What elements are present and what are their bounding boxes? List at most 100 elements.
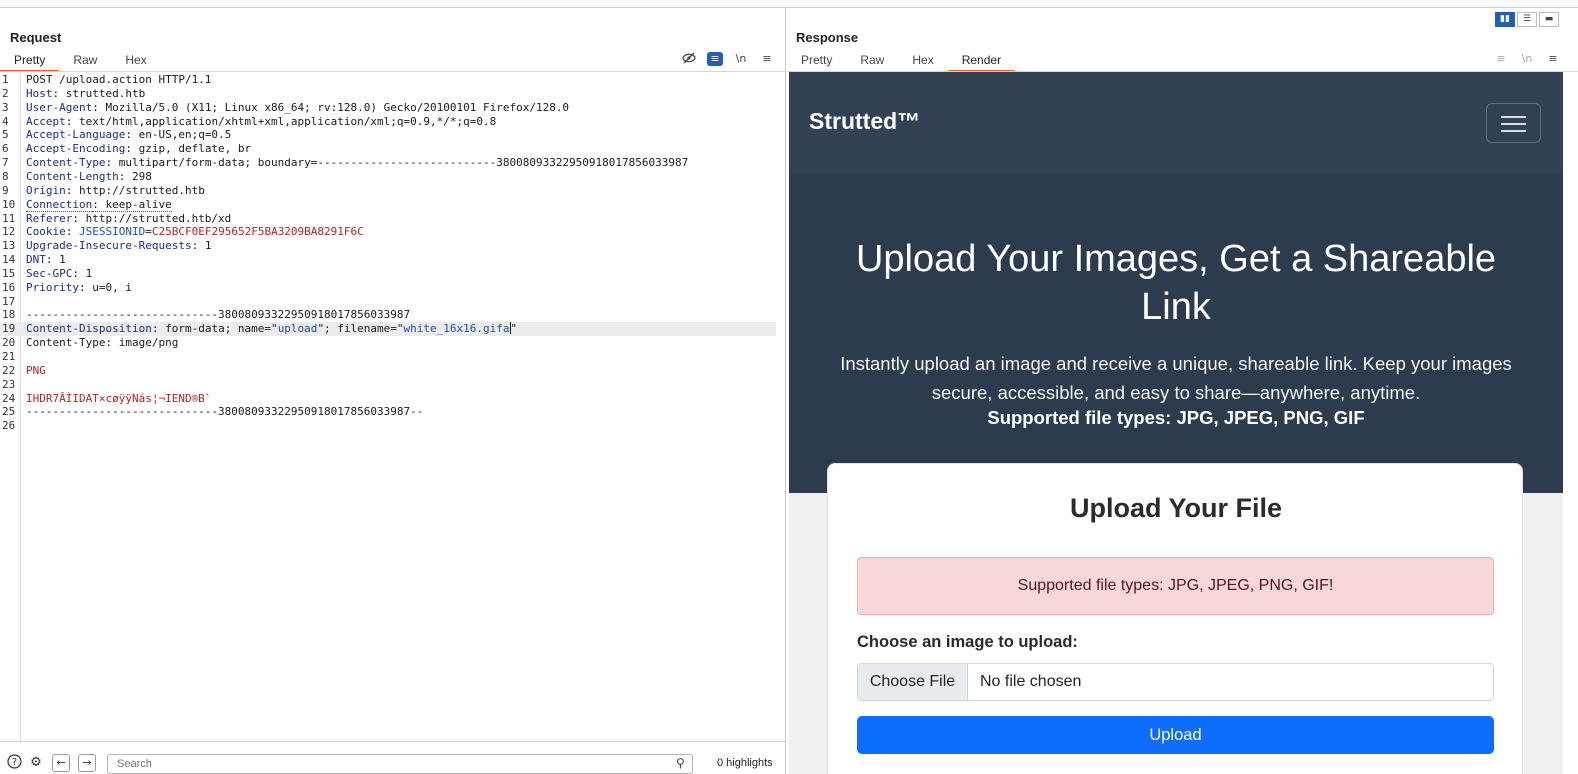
code-text: Priority: u=0, i [26, 281, 132, 295]
layout-stacked-icon[interactable]: ☰ [1517, 12, 1537, 27]
line-number: 2 [2, 86, 9, 100]
code-segment: Content-Type [26, 156, 106, 170]
code-line[interactable]: 13 Upgrade-Insecure-Requests: 1 [0, 239, 776, 253]
line-number: 25 [2, 405, 16, 419]
line-number: 26 [2, 419, 16, 433]
hero-subtitle: Instantly upload an image and receive a … [840, 353, 1512, 403]
request-editor[interactable]: 1 POST /upload.action HTTP/1.1 2 Host: stru… [0, 73, 786, 741]
wrap-icon[interactable]: ≡ [707, 52, 723, 66]
code-line[interactable]: 2 Host: strutted.htb [0, 87, 776, 101]
line-number: 13 [2, 239, 16, 253]
upload-button[interactable]: Upload [857, 716, 1494, 754]
code-segment: Content-Length [26, 169, 119, 183]
request-bottom-bar: ? ⚙ ← → ⚲ 0 highlights [0, 741, 786, 774]
code-text: Accept: text/html,application/xhtml+xml,… [26, 115, 496, 129]
code-segment: : 1 [72, 266, 93, 280]
code-line[interactable]: 15 Sec-GPC: 1 [0, 267, 776, 281]
newline-icon[interactable]: \n [733, 52, 749, 66]
code-line[interactable]: 1 POST /upload.action HTTP/1.1 [0, 73, 776, 87]
hero-title: Upload Your Images, Get a Shareable Link [855, 238, 1497, 328]
code-line[interactable]: 8 Content-Length: 298 [0, 170, 776, 184]
search-box [107, 754, 693, 774]
code-line[interactable]: 22 PNG [0, 364, 776, 378]
code-text: Host: strutted.htb [26, 87, 145, 101]
response-tab-hex[interactable]: Hex [898, 50, 947, 72]
code-segment: Accept [26, 114, 66, 128]
request-tab-raw[interactable]: Raw [59, 50, 111, 72]
code-segment: Sec-GPC [26, 266, 73, 280]
svg-text:?: ? [11, 757, 16, 768]
code-line[interactable]: 14 DNT: 1 [0, 253, 776, 267]
code-line[interactable]: 16 Priority: u=0, i [0, 281, 776, 295]
code-text: Content-Disposition: form-data; name="up… [26, 322, 517, 336]
line-number: 9 [2, 183, 9, 197]
code-segment: : 1 [191, 239, 212, 253]
file-input[interactable]: Choose File No file chosen [857, 663, 1494, 701]
hamburger-icon [1501, 130, 1526, 132]
code-line[interactable]: 17 [0, 295, 776, 309]
gear-icon[interactable]: ⚙ [27, 754, 45, 772]
code-line[interactable]: 5 Accept-Language: en-US,en;q=0.5 [0, 128, 776, 142]
help-icon[interactable]: ? [5, 754, 23, 772]
choose-file-button[interactable]: Choose File [858, 664, 968, 700]
line-number: 6 [2, 142, 9, 156]
site-brand[interactable]: Strutted™ [809, 108, 920, 135]
code-line[interactable]: 3 User-Agent: Mozilla/5.0 (X11; Linux x86… [0, 101, 776, 115]
code-segment: : strutted.htb [52, 86, 146, 100]
code-line[interactable]: 20 Content-Type: image/png [0, 336, 776, 350]
code-line[interactable]: 7 Content-Type: multipart/form-data; boun… [0, 156, 776, 170]
code-line[interactable]: 9 Origin: http://strutted.htb [0, 184, 776, 198]
hamburger-icon[interactable]: ≡ [1545, 52, 1561, 66]
layout-side-by-side-icon[interactable]: ▮▮ [1495, 12, 1515, 27]
line-number: 24 [2, 391, 16, 405]
request-tab-hex[interactable]: Hex [111, 50, 160, 72]
code-segment: DNT [26, 253, 46, 267]
code-segment: Origin [26, 183, 66, 197]
layout-tabs-icon[interactable]: ▬ [1539, 12, 1559, 27]
code-line[interactable]: 19 Content-Disposition: form-data; name="… [0, 322, 776, 337]
line-number: 7 [2, 156, 9, 170]
code-text: Sec-GPC: 1 [26, 267, 92, 281]
navbar-toggler[interactable] [1486, 103, 1541, 143]
search-input[interactable] [117, 755, 667, 773]
code-segment: JSESSIONID [79, 225, 146, 239]
hamburger-icon[interactable]: ≡ [759, 52, 775, 66]
code-line[interactable]: 26 [0, 419, 776, 433]
code-line[interactable]: 18 -----------------------------380080933… [0, 308, 776, 322]
code-text: Origin: http://strutted.htb [26, 184, 205, 198]
code-line[interactable]: 4 Accept: text/html,application/xhtml+xml… [0, 115, 776, 129]
line-number: 19 [2, 322, 16, 336]
newline-icon[interactable]: \n [1519, 52, 1535, 66]
code-segment: : gzip, deflate, br [125, 142, 252, 156]
highlights-count: 0 highlights [717, 757, 773, 769]
code-segment: Content-Type: image/png [26, 336, 179, 350]
code-line[interactable]: 10 Connection: keep-alive [0, 197, 776, 212]
response-tab-pretty[interactable]: Pretty [787, 50, 846, 72]
request-tab-pretty[interactable]: Pretty [0, 50, 60, 72]
code-text: Content-Type: image/png [26, 336, 178, 350]
search-icon[interactable]: ⚲ [676, 756, 685, 770]
code-line[interactable]: 12 Cookie: JSESSIONID=C25BCF0EF295652F5BA… [0, 225, 776, 239]
code-segment: = [145, 225, 152, 239]
top-strip [0, 0, 1578, 8]
code-segment: : keep-alive [92, 197, 172, 212]
request-pane: Request Pretty Raw Hex ≡ \n ≡ 1 POST /upl… [0, 8, 786, 774]
wrap-icon[interactable]: ≡ [1493, 52, 1509, 66]
hero-section: Upload Your Images, Get a Shareable Link… [789, 173, 1563, 493]
code-line[interactable]: 24 IHDR7ÂÌIDAT×cøÿÿNás¦¬IEND®B` [0, 392, 776, 406]
hero-supported-types: Supported file types: JPG, JPEG, PNG, GI… [987, 407, 1365, 428]
arrow-left-icon[interactable]: ← [52, 754, 70, 772]
response-tab-raw[interactable]: Raw [846, 50, 898, 72]
eye-slash-icon[interactable] [681, 52, 697, 66]
code-segment: Upgrade-Insecure-Requests [26, 239, 192, 253]
line-number: 15 [2, 266, 16, 280]
code-line[interactable]: 11 Referer: http://strutted.htb/xd [0, 212, 776, 226]
code-line[interactable]: 21 [0, 350, 776, 364]
arrow-right-icon[interactable]: → [78, 754, 96, 772]
line-number: 17 [2, 294, 16, 308]
line-number: 16 [2, 280, 16, 294]
code-line[interactable]: 6 Accept-Encoding: gzip, deflate, br [0, 142, 776, 156]
code-line[interactable]: 25 -----------------------------380080933… [0, 405, 776, 419]
code-line[interactable]: 23 [0, 378, 776, 392]
response-tab-render[interactable]: Render [947, 50, 1016, 72]
